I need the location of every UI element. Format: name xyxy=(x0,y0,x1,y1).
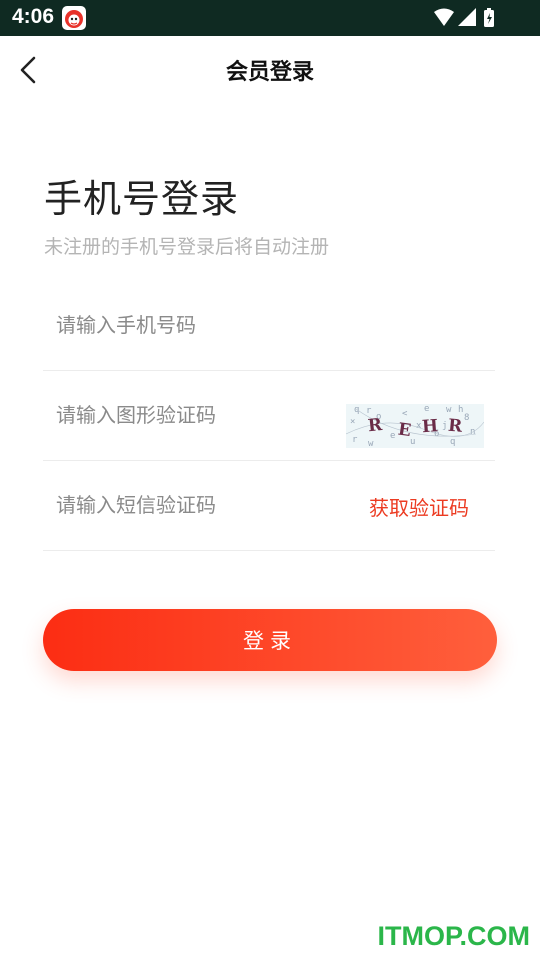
page-title: 会员登录 xyxy=(225,60,314,85)
battery-charging-icon xyxy=(484,8,494,27)
watermark-logo: ITMOP.COM xyxy=(377,921,530,951)
svg-text:×: × xyxy=(350,417,355,427)
svg-text:H: H xyxy=(421,416,438,437)
svg-text:r: r xyxy=(352,435,358,445)
svg-text:j: j xyxy=(442,421,447,431)
svg-text:8: 8 xyxy=(464,413,469,423)
sms-code-input[interactable] xyxy=(56,482,336,528)
captcha-input[interactable] xyxy=(56,392,336,438)
svg-text:r: r xyxy=(366,406,372,416)
captcha-image[interactable]: q r × oew h8r weu 6qn < x j R E H R xyxy=(346,404,484,448)
get-sms-code-button[interactable]: 获取验证码 xyxy=(369,492,469,521)
svg-text:u: u xyxy=(410,437,415,447)
svg-text:<: < xyxy=(402,409,408,419)
login-button[interactable]: 登录 xyxy=(43,609,497,671)
status-time: 4:06 xyxy=(12,5,55,28)
svg-text:e: e xyxy=(424,404,429,414)
phone-field-row xyxy=(43,280,495,371)
phone-input[interactable] xyxy=(56,302,336,348)
svg-text:w: w xyxy=(368,439,374,448)
captcha-field-row: qr× oew h8r weu 6qn <xj R E H R xyxy=(43,370,495,461)
cellular-signal-icon xyxy=(458,8,476,26)
svg-text:w: w xyxy=(446,405,452,415)
status-bar: 4:06 xyxy=(0,0,540,36)
sms-field-row: 获取验证码 xyxy=(43,460,495,551)
login-heading: 手机号登录 xyxy=(44,177,240,221)
nav-bar: 会员登录 xyxy=(0,36,540,104)
login-subheading: 未注册的手机号登录后将自动注册 xyxy=(44,236,330,258)
app-notification-icon xyxy=(62,6,86,30)
svg-text:R: R xyxy=(367,415,384,436)
svg-text:q: q xyxy=(354,405,359,415)
wifi-icon xyxy=(434,8,454,26)
svg-text:R: R xyxy=(447,416,464,437)
svg-text:e: e xyxy=(390,431,395,441)
svg-text:h: h xyxy=(458,405,463,415)
svg-text:q: q xyxy=(450,437,455,447)
